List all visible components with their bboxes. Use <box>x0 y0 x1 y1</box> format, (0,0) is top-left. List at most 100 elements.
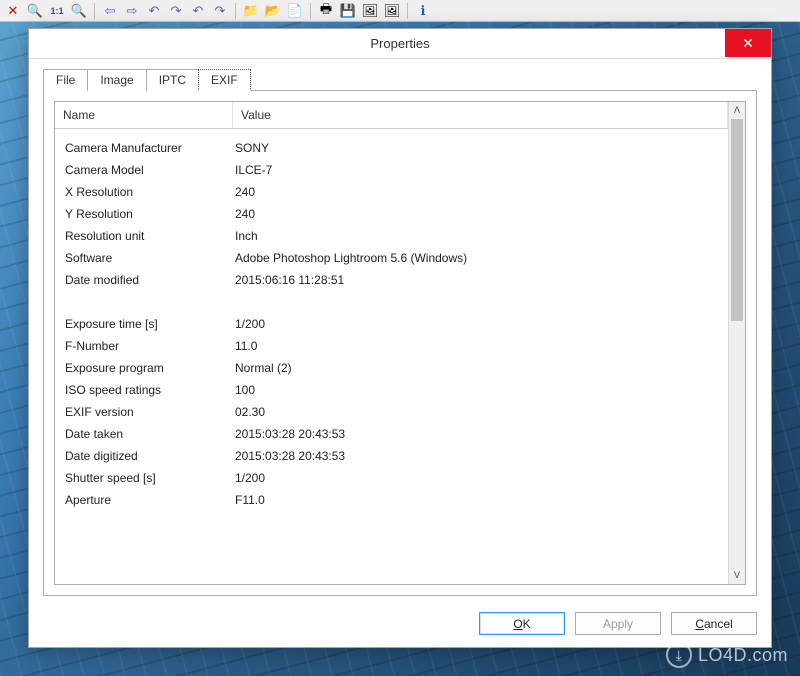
tab-exif[interactable]: EXIF <box>198 69 251 91</box>
scrollbar[interactable]: ᐱ ᐯ <box>728 102 745 584</box>
print-icon[interactable]: 🖶 <box>317 2 335 20</box>
table-row[interactable]: ApertureF11.0 <box>55 489 728 511</box>
table-row[interactable]: F-Number11.0 <box>55 335 728 357</box>
table-row[interactable]: ISO speed ratings100 <box>55 379 728 401</box>
property-value: F11.0 <box>233 489 728 511</box>
property-list: Name Value Camera ManufacturerSONYCamera… <box>54 101 746 585</box>
property-value: 1/200 <box>233 467 728 489</box>
document-icon[interactable]: 📄 <box>286 2 304 20</box>
list-body: Camera ManufacturerSONYCamera ModelILCE-… <box>55 129 728 584</box>
property-name: EXIF version <box>55 401 233 423</box>
property-name: F-Number <box>55 335 233 357</box>
table-row[interactable]: Camera ModelILCE-7 <box>55 159 728 181</box>
property-name: Date taken <box>55 423 233 445</box>
table-row[interactable]: X Resolution240 <box>55 181 728 203</box>
scroll-track[interactable] <box>729 119 745 567</box>
folder-open-icon[interactable]: 📂 <box>264 2 282 20</box>
rotate-right-icon[interactable]: ↷ <box>167 2 185 20</box>
property-name: Aperture <box>55 489 233 511</box>
arrow-left-icon[interactable]: ⇦ <box>101 2 119 20</box>
rotate-left-icon[interactable]: ↶ <box>145 2 163 20</box>
scroll-thumb[interactable] <box>731 119 743 321</box>
image-icon[interactable]: 🖼 <box>361 2 379 20</box>
property-name: Exposure program <box>55 357 233 379</box>
watermark: ⤓ LO4D.com <box>666 642 788 668</box>
titlebar: Properties ✕ <box>29 29 771 59</box>
property-value: 240 <box>233 181 728 203</box>
property-name: Resolution unit <box>55 225 233 247</box>
table-row[interactable]: Shutter speed [s]1/200 <box>55 467 728 489</box>
watermark-icon: ⤓ <box>666 642 692 668</box>
property-value: 100 <box>233 379 728 401</box>
zoom-icon-2[interactable]: 🔍 <box>70 2 88 20</box>
table-row[interactable]: Exposure programNormal (2) <box>55 357 728 379</box>
separator <box>235 3 236 19</box>
property-name: Y Resolution <box>55 203 233 225</box>
property-value: 2015:03:28 20:43:53 <box>233 423 728 445</box>
tab-file[interactable]: File <box>43 69 88 91</box>
dialog-buttons: OK Apply Cancel <box>29 602 771 647</box>
separator <box>94 3 95 19</box>
property-value: SONY <box>233 137 728 159</box>
scroll-down-icon[interactable]: ᐯ <box>729 567 745 584</box>
column-value[interactable]: Value <box>233 102 728 128</box>
rotate-icon-3[interactable]: ↶ <box>189 2 207 20</box>
properties-dialog: Properties ✕ File Image IPTC EXIF Name V… <box>28 28 772 648</box>
table-row[interactable]: Date digitized2015:03:28 20:43:53 <box>55 445 728 467</box>
table-row[interactable]: Camera ManufacturerSONY <box>55 137 728 159</box>
tab-content: Name Value Camera ManufacturerSONYCamera… <box>43 90 757 596</box>
property-name: Software <box>55 247 233 269</box>
separator <box>407 3 408 19</box>
tab-iptc[interactable]: IPTC <box>146 69 199 91</box>
dialog-title: Properties <box>370 36 429 51</box>
ok-button[interactable]: OK <box>479 612 565 635</box>
main-toolbar: ✕ 🔍 1:1 🔍 ⇦ ⇨ ↶ ↷ ↶ ↷ 📁 📂 📄 🖶 💾 🖼 🖼 ℹ <box>0 0 800 22</box>
table-row[interactable]: Date taken2015:03:28 20:43:53 <box>55 423 728 445</box>
property-value: ILCE-7 <box>233 159 728 181</box>
folder-icon[interactable]: 📁 <box>242 2 260 20</box>
list-header: Name Value <box>55 102 728 129</box>
zoom-icon[interactable]: 🔍 <box>26 2 44 20</box>
arrow-right-icon[interactable]: ⇨ <box>123 2 141 20</box>
property-value: 2015:03:28 20:43:53 <box>233 445 728 467</box>
property-value: 2015:06:16 11:28:51 <box>233 269 728 291</box>
close-icon[interactable]: ✕ <box>4 2 22 20</box>
image-icon-2[interactable]: 🖼 <box>383 2 401 20</box>
scroll-up-icon[interactable]: ᐱ <box>729 102 745 119</box>
property-name: ISO speed ratings <box>55 379 233 401</box>
column-name[interactable]: Name <box>55 102 233 128</box>
table-row[interactable]: Y Resolution240 <box>55 203 728 225</box>
property-value: 11.0 <box>233 335 728 357</box>
property-value: Inch <box>233 225 728 247</box>
property-value: 02.30 <box>233 401 728 423</box>
table-row[interactable]: Exposure time [s]1/200 <box>55 313 728 335</box>
close-icon: ✕ <box>742 35 754 52</box>
property-name: Date digitized <box>55 445 233 467</box>
tab-image[interactable]: Image <box>87 69 146 91</box>
table-row[interactable]: Resolution unitInch <box>55 225 728 247</box>
save-icon[interactable]: 💾 <box>339 2 357 20</box>
rotate-icon-4[interactable]: ↷ <box>211 2 229 20</box>
separator <box>310 3 311 19</box>
watermark-text: LO4D.com <box>698 645 788 666</box>
dialog-body: File Image IPTC EXIF Name Value Camera M… <box>29 59 771 602</box>
ratio-icon[interactable]: 1:1 <box>48 2 66 20</box>
table-row[interactable] <box>55 291 728 313</box>
property-value: Normal (2) <box>233 357 728 379</box>
property-name: Shutter speed [s] <box>55 467 233 489</box>
property-name: Camera Manufacturer <box>55 137 233 159</box>
table-row[interactable]: EXIF version02.30 <box>55 401 728 423</box>
property-value: 1/200 <box>233 313 728 335</box>
table-row[interactable]: SoftwareAdobe Photoshop Lightroom 5.6 (W… <box>55 247 728 269</box>
info-icon[interactable]: ℹ <box>414 2 432 20</box>
apply-button: Apply <box>575 612 661 635</box>
property-value: Adobe Photoshop Lightroom 5.6 (Windows) <box>233 247 728 269</box>
property-name: Date modified <box>55 269 233 291</box>
table-row[interactable]: Date modified2015:06:16 11:28:51 <box>55 269 728 291</box>
property-value: 240 <box>233 203 728 225</box>
tabstrip: File Image IPTC EXIF <box>43 69 757 91</box>
property-name: Camera Model <box>55 159 233 181</box>
close-button[interactable]: ✕ <box>725 29 771 57</box>
property-name: X Resolution <box>55 181 233 203</box>
cancel-button[interactable]: Cancel <box>671 612 757 635</box>
